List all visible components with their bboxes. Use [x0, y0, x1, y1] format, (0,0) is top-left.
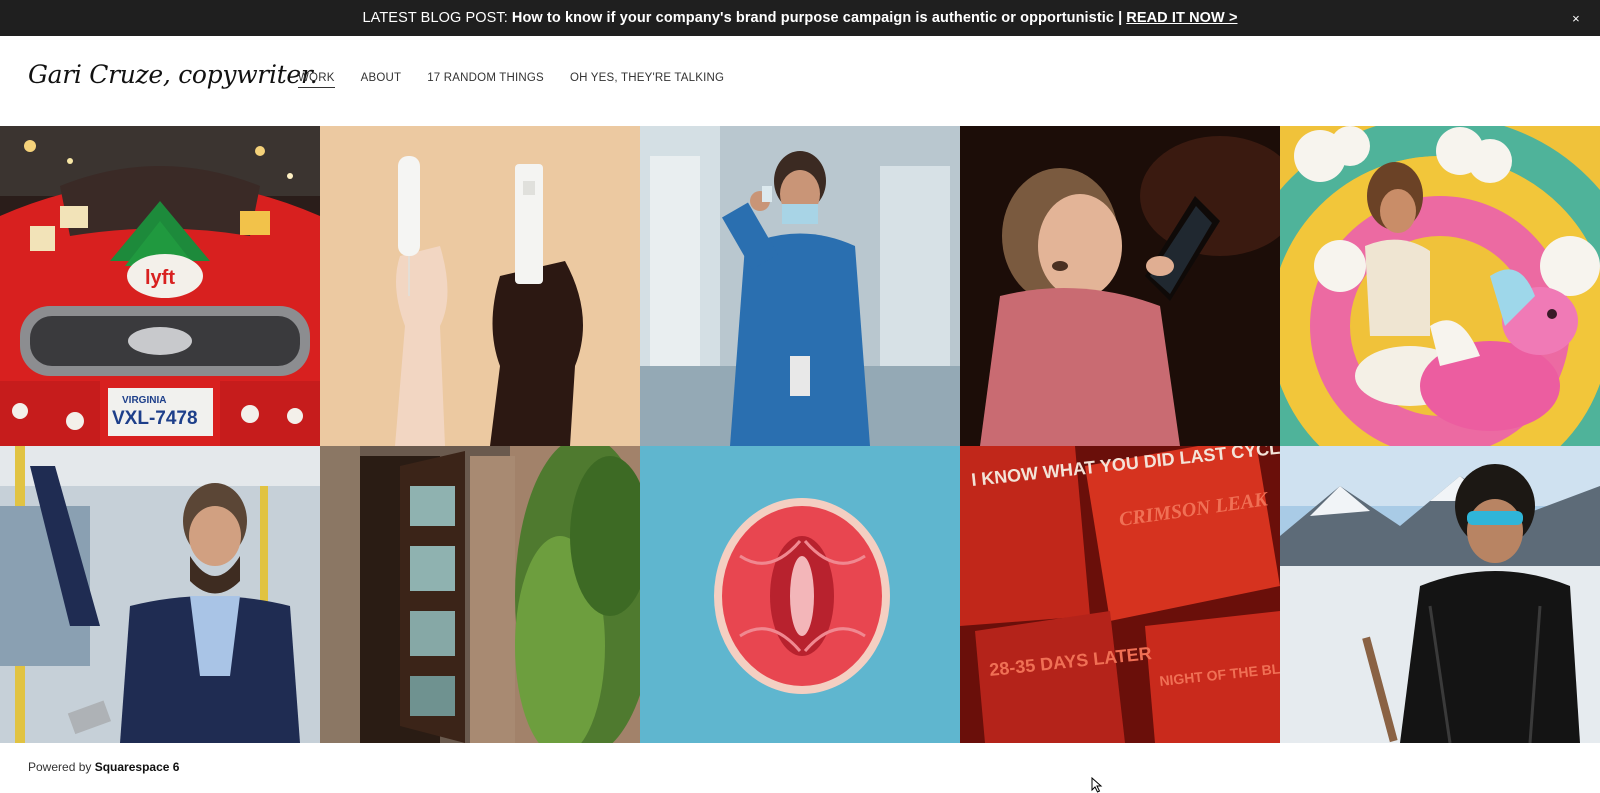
- gallery-tile-mountain-man[interactable]: [1280, 446, 1600, 743]
- main-nav: WORK ABOUT 17 RANDOM THINGS OH YES, THEY…: [298, 72, 750, 88]
- announcement-separator: |: [1118, 10, 1123, 26]
- gallery-tile-train-man[interactable]: [0, 446, 320, 743]
- plate-state-text: VIRGINIA: [122, 395, 166, 406]
- close-icon[interactable]: ×: [1566, 8, 1586, 28]
- nurse-image: [640, 126, 960, 446]
- powered-by-label: Powered by: [28, 760, 92, 774]
- unicorn-image: [1280, 126, 1600, 446]
- door-image: [320, 446, 640, 743]
- grapefruit-image: [640, 446, 960, 743]
- announcement-lead: LATEST BLOG POST:: [362, 10, 508, 26]
- tampons-image: [320, 126, 640, 446]
- girl-tablet-image: [960, 126, 1280, 446]
- gallery-tile-grapefruit[interactable]: [640, 446, 960, 743]
- mountain-man-image: [1280, 446, 1600, 743]
- gallery-tile-door[interactable]: [320, 446, 640, 743]
- site-logo[interactable]: Gari Cruze, copywriter.: [28, 60, 318, 89]
- lyft-car-image: lyft VIRGINIA VXL-7478: [0, 126, 320, 446]
- mouse-pointer-icon: [1091, 777, 1103, 793]
- nav-item-about[interactable]: ABOUT: [361, 72, 402, 88]
- gallery-tile-unicorn[interactable]: [1280, 126, 1600, 446]
- site-header: Gari Cruze, copywriter. WORK ABOUT 17 RA…: [0, 36, 1600, 126]
- plate-number-text: VXL-7478: [112, 408, 198, 429]
- read-it-now-link[interactable]: READ IT NOW >: [1126, 10, 1237, 26]
- nav-item-work[interactable]: WORK: [298, 72, 335, 88]
- announcement-bar: LATEST BLOG POST: How to know if your co…: [0, 0, 1600, 36]
- gallery-tile-tampons[interactable]: [320, 126, 640, 446]
- announcement-headline[interactable]: How to know if your company's brand purp…: [512, 10, 1114, 26]
- gallery-tile-girl-tablet[interactable]: [960, 126, 1280, 446]
- site-footer: Powered by Squarespace 6: [28, 760, 179, 774]
- nav-item-oh-yes-theyre-talking[interactable]: OH YES, THEY'RE TALKING: [570, 72, 724, 88]
- squarespace-link[interactable]: Squarespace 6: [95, 760, 180, 774]
- work-gallery: lyft VIRGINIA VXL-7478 I KNOW WHAT YOU D…: [0, 126, 1600, 743]
- gallery-tile-lyft-car[interactable]: lyft VIRGINIA VXL-7478: [0, 126, 320, 446]
- gallery-tile-posters[interactable]: I KNOW WHAT YOU DID LAST CYCLE CRIMSON L…: [960, 446, 1280, 743]
- nav-item-17-random-things[interactable]: 17 RANDOM THINGS: [427, 72, 544, 88]
- gallery-tile-nurse[interactable]: [640, 126, 960, 446]
- train-man-image: [0, 446, 320, 743]
- car-logo-text: lyft: [145, 267, 175, 289]
- posters-image: I KNOW WHAT YOU DID LAST CYCLE CRIMSON L…: [960, 446, 1280, 743]
